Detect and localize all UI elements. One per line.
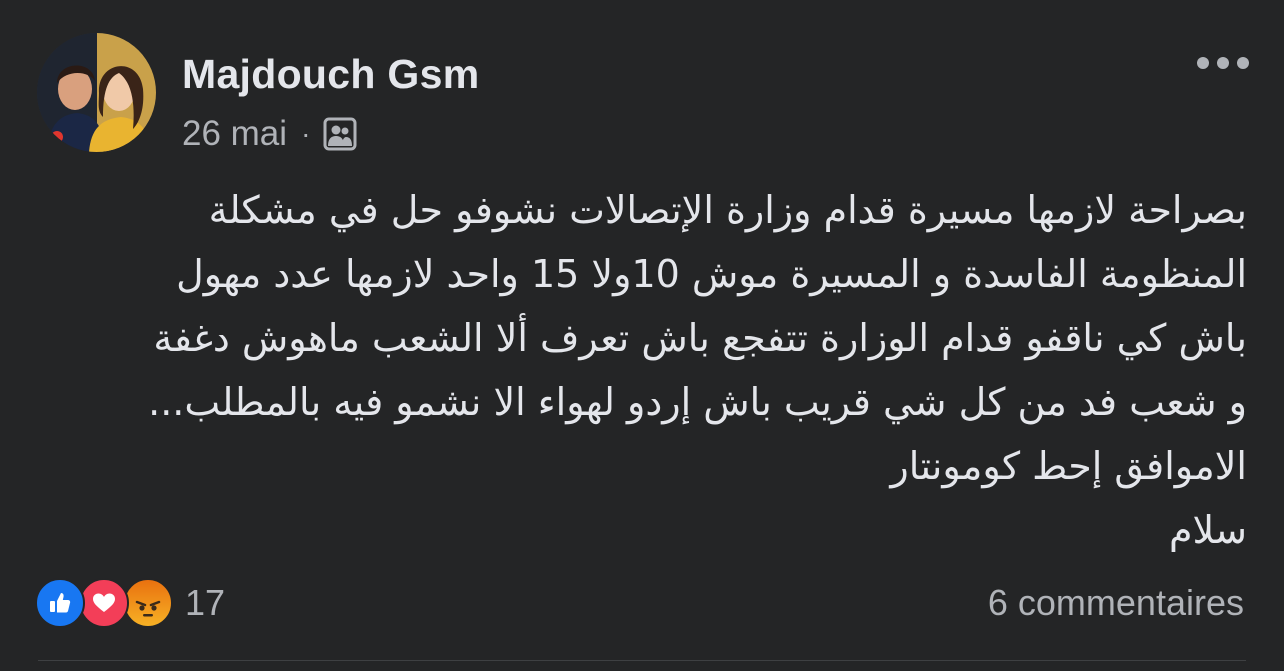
angry-icon (123, 578, 173, 628)
avatar-photo (37, 33, 156, 152)
post-text-line: باش كي ناقفو قدام الوزارة تتفجع باش تعرف… (153, 316, 1247, 360)
post-text-line: بصراحة لازمها مسيرة قدام وزارة الإتصالات… (208, 188, 1247, 232)
more-options-button[interactable] (1197, 48, 1249, 78)
more-dot-icon (1217, 57, 1229, 69)
post-text-line: الاموافق إحط كومونتار (890, 444, 1247, 488)
post-text: بصراحة لازمها مسيرة قدام وزارة الإتصالات… (40, 178, 1247, 562)
reaction-count: 17 (185, 582, 226, 623)
feed-post: Majdouch Gsm 26 mai · بصراحة لازمها مسير… (0, 0, 1284, 671)
more-dot-icon (1197, 57, 1209, 69)
author-name[interactable]: Majdouch Gsm (182, 50, 479, 98)
reactions-summary[interactable]: 17 (35, 578, 225, 628)
post-text-line: و شعب فد من كل شي قريب باش إردو لهواء ال… (148, 380, 1247, 424)
friends-icon[interactable] (322, 116, 358, 152)
post-meta: 26 mai · (182, 112, 358, 156)
post-date[interactable]: 26 mai (182, 114, 287, 154)
post-text-line: المنظومة الفاسدة و المسيرة موش 10ولا 15 … (176, 252, 1247, 296)
more-dot-icon (1237, 57, 1249, 69)
divider (38, 660, 1246, 661)
post-text-line: سلام (1168, 508, 1247, 552)
comments-count-link[interactable]: 6 commentaires (988, 580, 1244, 626)
love-icon (79, 578, 129, 628)
like-icon (35, 578, 85, 628)
meta-separator: · (301, 118, 311, 149)
author-avatar[interactable] (37, 33, 156, 152)
